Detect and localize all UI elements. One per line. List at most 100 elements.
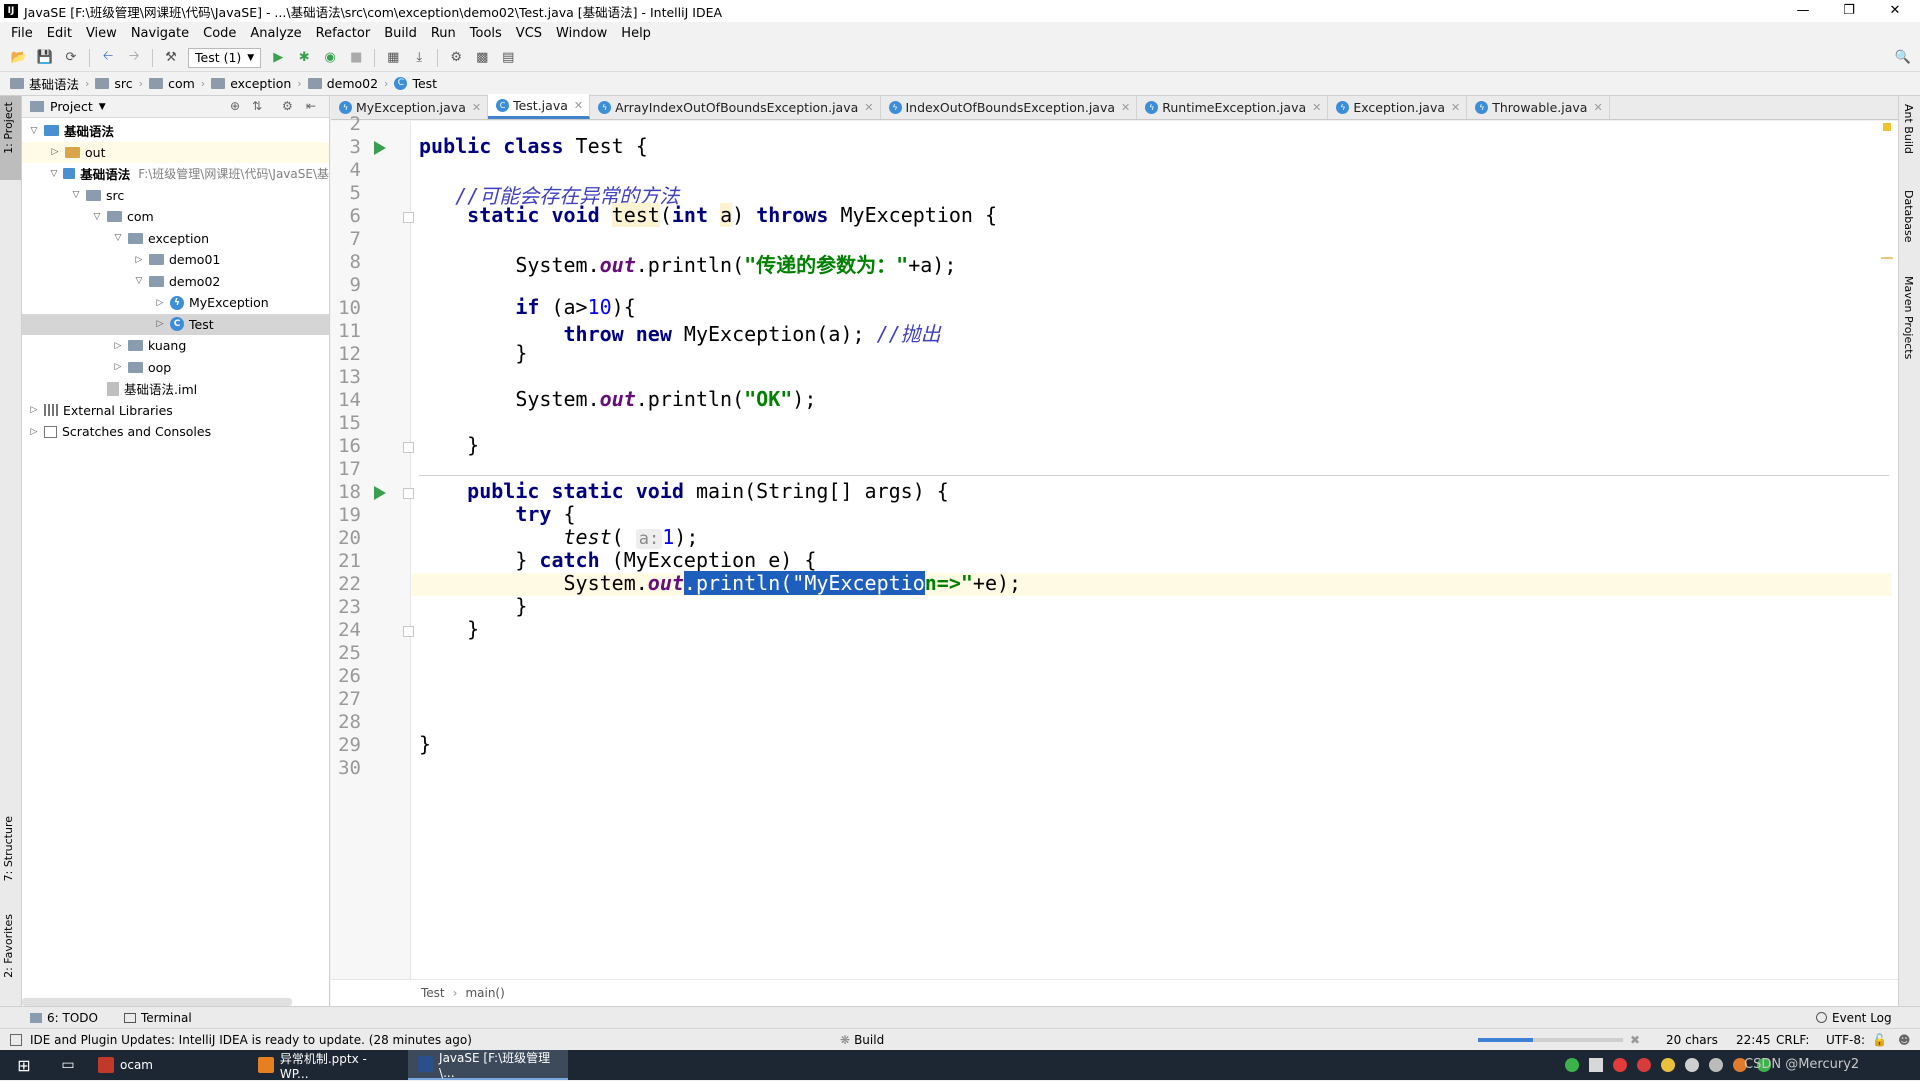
close-tab-icon[interactable]: ✕ — [1312, 101, 1321, 114]
chevron-down-icon[interactable]: ▽ — [28, 126, 40, 136]
favorites-tool-tab[interactable]: 2: Favorites — [2, 914, 15, 978]
tree-node[interactable]: ▽ 基础语法 — [22, 120, 329, 141]
maven-tool-tab[interactable]: Maven Projects — [1902, 276, 1915, 359]
menu-item-navigate[interactable]: Navigate — [124, 26, 196, 41]
structure-tool-tab[interactable]: 7: Structure — [2, 816, 15, 881]
editor-tab[interactable]: C Test.java ✕ — [488, 94, 591, 119]
menu-item-analyze[interactable]: Analyze — [243, 26, 308, 41]
breadcrumb-item[interactable]: 基础语法 — [6, 74, 83, 93]
project-panel-title[interactable]: Project — [50, 99, 93, 114]
project-tool-tab[interactable]: 1: Project — [2, 102, 15, 154]
close-tab-icon[interactable]: ✕ — [574, 99, 583, 112]
run-icon[interactable]: ▶ — [267, 47, 289, 69]
close-tab-icon[interactable]: ✕ — [472, 101, 481, 114]
task-view-icon[interactable]: ▭ — [48, 1050, 88, 1080]
editor-breadcrumb-class[interactable]: Test — [421, 986, 445, 1000]
tree-node[interactable]: ▷ kuang — [22, 335, 329, 356]
build-hammer-icon[interactable]: ⚒ — [160, 47, 182, 69]
record-icon[interactable] — [1613, 1058, 1627, 1072]
menu-item-view[interactable]: View — [79, 26, 124, 41]
error-stripe-marker[interactable] — [1881, 257, 1893, 259]
lock-icon[interactable]: 🔓 — [1872, 1033, 1887, 1047]
menu-item-edit[interactable]: Edit — [40, 26, 79, 41]
chevron-down-icon[interactable]: ▽ — [91, 212, 103, 222]
chevron-right-icon[interactable]: ▷ — [28, 405, 40, 415]
menu-item-tools[interactable]: Tools — [463, 26, 509, 41]
debug-icon[interactable]: ✱ — [293, 47, 315, 69]
chevron-right-icon[interactable]: ▷ — [154, 298, 166, 308]
chevron-up-icon[interactable] — [1589, 1058, 1603, 1072]
status-toggle-icon[interactable] — [10, 1033, 22, 1046]
editor-breadcrumb-method[interactable]: main() — [465, 986, 504, 1000]
file-encoding[interactable]: UTF-8: — [1826, 1033, 1865, 1047]
tree-node[interactable]: ▷ demo01 — [22, 249, 329, 270]
taskbar-app[interactable]: ocam — [88, 1050, 248, 1080]
event-log-tool-tab[interactable]: Event Log — [1816, 1011, 1892, 1025]
menu-item-window[interactable]: Window — [549, 26, 614, 41]
line-separator[interactable]: CRLF: — [1776, 1033, 1809, 1047]
editor-tab[interactable]: ϟ Exception.java ✕ — [1328, 95, 1468, 119]
tree-node[interactable]: ▷ C Test — [22, 313, 329, 335]
network-icon[interactable] — [1565, 1058, 1579, 1072]
chevron-right-icon[interactable]: ▷ — [49, 147, 61, 157]
app-tray-icon[interactable] — [1661, 1058, 1675, 1072]
chevron-down-icon[interactable]: ▽ — [70, 190, 82, 200]
sdk-icon[interactable]: ▩ — [471, 47, 493, 69]
open-folder-icon[interactable]: 📂 — [8, 47, 30, 69]
code-editor[interactable]: 2 3 4 5 6 7 8 9 10 11 12 13 14 15 16 17 18 19 20 21 22 23 24 25… — [331, 113, 1898, 979]
tree-node[interactable]: ▽ exception — [22, 228, 329, 249]
chevron-down-icon[interactable]: ▽ — [112, 233, 124, 243]
cancel-progress-icon[interactable]: ✖ — [1630, 1033, 1640, 1047]
tree-node[interactable]: ▷ oop — [22, 357, 329, 378]
save-icon[interactable]: 💾 — [34, 47, 56, 69]
tree-node[interactable]: ▷ out — [22, 141, 329, 163]
gear-icon[interactable]: ⚙ — [282, 99, 293, 113]
tree-node[interactable]: ▽ 基础语法 F:\班级管理\网课班\代码\JavaSE\基 — [22, 163, 329, 184]
tree-node[interactable]: ▽ com — [22, 206, 329, 227]
vcs-icon[interactable]: ▤ — [497, 47, 519, 69]
fold-marker-icon[interactable] — [403, 442, 414, 453]
editor-tab[interactable]: ϟ IndexOutOfBoundsException.java ✕ — [881, 95, 1138, 119]
taskbar-app[interactable]: 异常机制.pptx - WP... — [248, 1050, 408, 1081]
locate-file-icon[interactable]: ⊕ — [230, 99, 240, 113]
download-icon[interactable]: ⤓ — [408, 47, 430, 69]
tree-node[interactable]: ▽ src — [22, 185, 329, 206]
horizontal-scrollbar[interactable] — [22, 998, 292, 1006]
menu-item-build[interactable]: Build — [377, 26, 424, 41]
stop-icon[interactable]: ■ — [345, 47, 367, 69]
close-tab-icon[interactable]: ✕ — [1593, 101, 1602, 114]
breadcrumb-item[interactable]: com — [145, 76, 199, 91]
chevron-right-icon[interactable]: ▷ — [112, 341, 124, 351]
run-gutter-icon[interactable] — [374, 486, 386, 500]
menu-item-run[interactable]: Run — [424, 26, 463, 41]
editor-tab[interactable]: ϟ ArrayIndexOutOfBoundsException.java ✕ — [590, 95, 881, 119]
sync-icon[interactable]: ⟳ — [60, 47, 82, 69]
settings-wrench-icon[interactable]: ⚙ — [445, 47, 467, 69]
breadcrumb-item[interactable]: exception — [207, 76, 295, 91]
ant-build-tool-tab[interactable]: Ant Build — [1902, 104, 1915, 154]
chevron-right-icon[interactable]: ▷ — [28, 427, 40, 437]
chevron-right-icon[interactable]: ▷ — [133, 255, 145, 265]
database-tool-tab[interactable]: Database — [1902, 190, 1915, 243]
chevron-right-icon[interactable]: ▷ — [112, 362, 124, 372]
tree-node[interactable]: ▽ demo02 — [22, 271, 329, 292]
todo-tool-tab[interactable]: 6: TODO — [30, 1011, 98, 1025]
project-structure-icon[interactable]: ▦ — [382, 47, 404, 69]
close-tab-icon[interactable]: ✕ — [1451, 101, 1460, 114]
editor-tab[interactable]: ϟ Throwable.java ✕ — [1467, 95, 1610, 119]
back-arrow-icon[interactable]: 🡠 — [97, 47, 119, 69]
warning-stripe-marker[interactable] — [1883, 123, 1891, 131]
menu-item-vcs[interactable]: VCS — [509, 26, 549, 41]
chevron-right-icon[interactable]: ▷ — [154, 319, 166, 329]
coverage-icon[interactable]: ◉ — [319, 47, 341, 69]
windows-start-icon[interactable]: ⊞ — [0, 1050, 48, 1080]
close-tab-icon[interactable]: ✕ — [1121, 101, 1130, 114]
speaker-icon[interactable] — [1685, 1058, 1699, 1072]
breadcrumb-item[interactable]: src — [91, 76, 136, 91]
tree-node[interactable]: ▷ External Libraries — [22, 400, 329, 421]
minimize-icon[interactable]: — — [1780, 0, 1826, 22]
run-configuration-select[interactable]: Test (1) ▼ — [188, 47, 262, 68]
restore-icon[interactable]: ❐ — [1826, 0, 1872, 22]
editor-tab[interactable]: ϟ RuntimeException.java ✕ — [1137, 95, 1329, 119]
menu-item-refactor[interactable]: Refactor — [309, 26, 378, 41]
